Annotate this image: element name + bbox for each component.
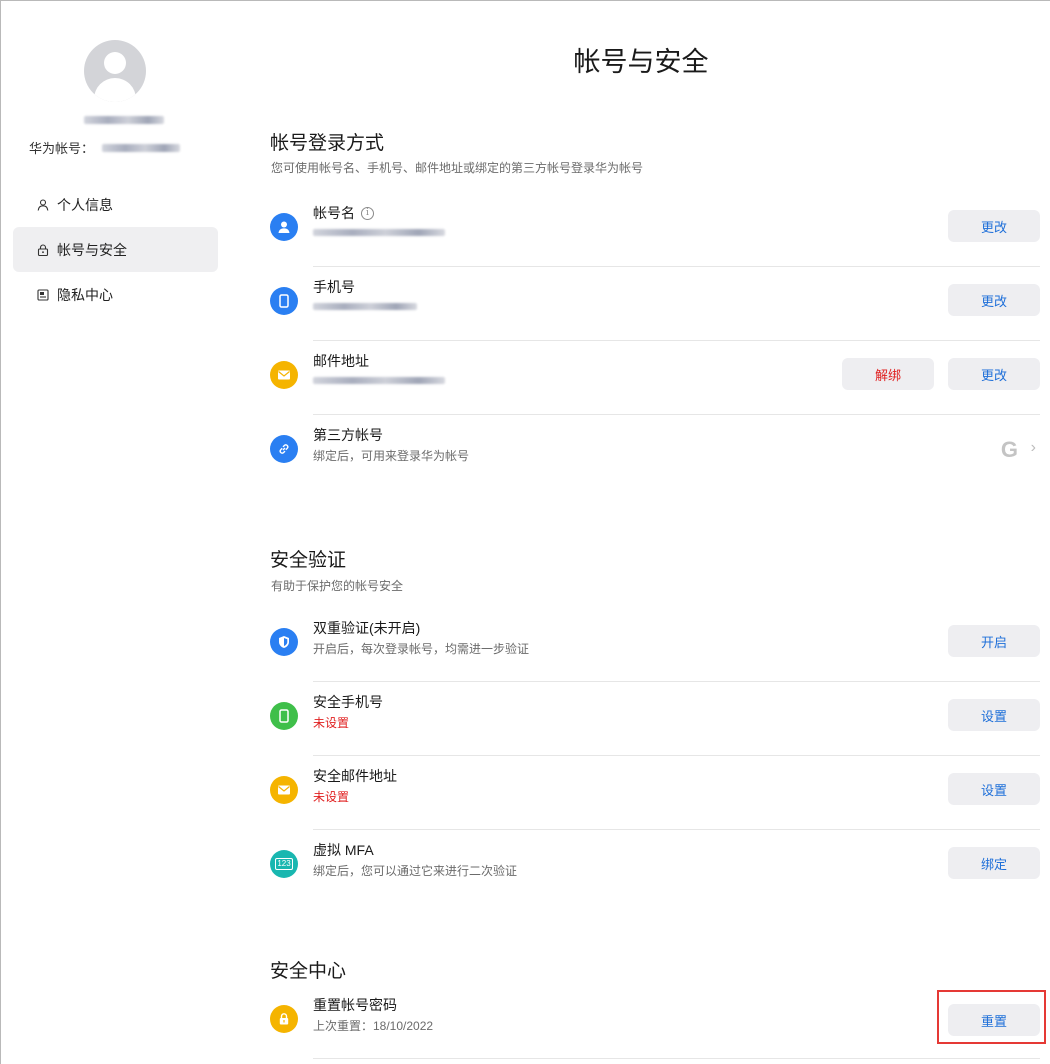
divider (313, 1058, 1040, 1059)
avatar-head (104, 52, 126, 74)
change-email-button[interactable]: 更改 (948, 358, 1040, 390)
row-subtitle: 开启后，每次登录帐号，均需进一步验证 (313, 642, 530, 656)
row-label: 虚拟 MFA (313, 842, 374, 858)
phone-icon (270, 702, 298, 730)
row-security-phone: 安全手机号 未设置 设置 (270, 682, 1040, 756)
row-virtual-mfa: 123 虚拟 MFA 绑定后，您可以通过它来进行二次验证 绑定 (270, 830, 1040, 904)
row-email: 邮件地址 解绑 更改 (270, 341, 1040, 415)
lock-icon (37, 243, 49, 256)
sidebar-item-label: 帐号与安全 (57, 241, 127, 258)
avatar[interactable] (84, 40, 146, 102)
status-not-set: 未设置 (313, 716, 350, 730)
mail-icon (270, 361, 298, 389)
person-icon (37, 198, 49, 211)
lock-icon (270, 1005, 298, 1033)
sidebar-item-label: 个人信息 (57, 196, 113, 213)
section-subtitle-login-methods: 您可使用帐号名、手机号、邮件地址或绑定的第三方帐号登录华为帐号 (271, 161, 644, 175)
section-title-login-methods: 帐号登录方式 (270, 133, 385, 154)
row-subtitle: 绑定后，可用来登录华为帐号 (313, 449, 470, 463)
sidebar: 华为帐号： 个人信息 帐号与安全 隐私中心 (0, 0, 232, 1064)
google-icon: G (1000, 437, 1018, 462)
user-icon (270, 213, 298, 241)
mail-icon (270, 776, 298, 804)
account-id-redacted (102, 143, 181, 152)
row-label: 邮件地址 (313, 353, 369, 369)
last-reset-date: 上次重置：18/10/2022 (313, 1019, 434, 1033)
nickname-redacted (84, 116, 164, 124)
link-icon (270, 435, 298, 463)
section-title-security-verification: 安全验证 (270, 550, 347, 571)
phone-redacted (313, 299, 417, 313)
sidebar-item-personal-info[interactable]: 个人信息 (13, 182, 218, 227)
privacy-icon (37, 288, 49, 301)
section-title-security-center: 安全中心 (270, 961, 347, 982)
change-account-name-button[interactable]: 更改 (948, 210, 1040, 242)
row-label: 重置帐号密码 (313, 997, 397, 1013)
row-phone: 手机号 更改 (270, 267, 1040, 341)
highlight-box (937, 990, 1046, 1044)
row-label: 安全手机号 (313, 694, 383, 710)
shield-icon (270, 628, 298, 656)
row-subtitle: 绑定后，您可以通过它来进行二次验证 (313, 864, 518, 878)
account-name-redacted (313, 225, 445, 239)
mfa-123-icon: 123 (270, 850, 298, 878)
row-label: 安全邮件地址 (313, 768, 397, 784)
change-phone-button[interactable]: 更改 (948, 284, 1040, 316)
unbind-email-button[interactable]: 解绑 (842, 358, 934, 390)
bind-mfa-button[interactable]: 绑定 (948, 847, 1040, 879)
enable-two-factor-button[interactable]: 开启 (948, 625, 1040, 657)
account-label: 华为帐号： (29, 141, 95, 156)
row-third-party[interactable]: 第三方帐号 绑定后，可用来登录华为帐号 G › (270, 415, 1040, 489)
row-reset-password: 重置帐号密码 上次重置：18/10/2022 重置 (270, 985, 1040, 1059)
info-icon[interactable]: i (361, 206, 374, 220)
row-security-email: 安全邮件地址 未设置 设置 (270, 756, 1040, 830)
row-two-factor: 双重验证(未开启) 开启后，每次登录帐号，均需进一步验证 开启 (270, 608, 1040, 682)
sidebar-item-privacy-center[interactable]: 隐私中心 (13, 272, 218, 317)
row-account-name: 帐号名 i 更改 (270, 193, 1040, 267)
account-id-line: 华为帐号： (29, 138, 181, 157)
phone-icon (270, 287, 298, 315)
sidebar-item-account-security[interactable]: 帐号与安全 (13, 227, 218, 272)
set-security-phone-button[interactable]: 设置 (948, 699, 1040, 731)
email-redacted (313, 373, 445, 387)
chevron-right-icon: › (1030, 439, 1036, 456)
section-subtitle-security-verification: 有助于保护您的帐号安全 (271, 579, 404, 593)
sidebar-item-label: 隐私中心 (57, 286, 113, 303)
status-not-set: 未设置 (313, 790, 350, 804)
row-label: 帐号名 i (313, 203, 374, 223)
page-title: 帐号与安全 (573, 47, 709, 77)
set-security-email-button[interactable]: 设置 (948, 773, 1040, 805)
row-label: 双重验证(未开启) (313, 620, 421, 636)
sidebar-nav: 个人信息 帐号与安全 隐私中心 (13, 182, 218, 317)
row-label: 手机号 (313, 279, 355, 295)
row-label: 第三方帐号 (313, 427, 383, 443)
avatar-body (94, 78, 136, 102)
